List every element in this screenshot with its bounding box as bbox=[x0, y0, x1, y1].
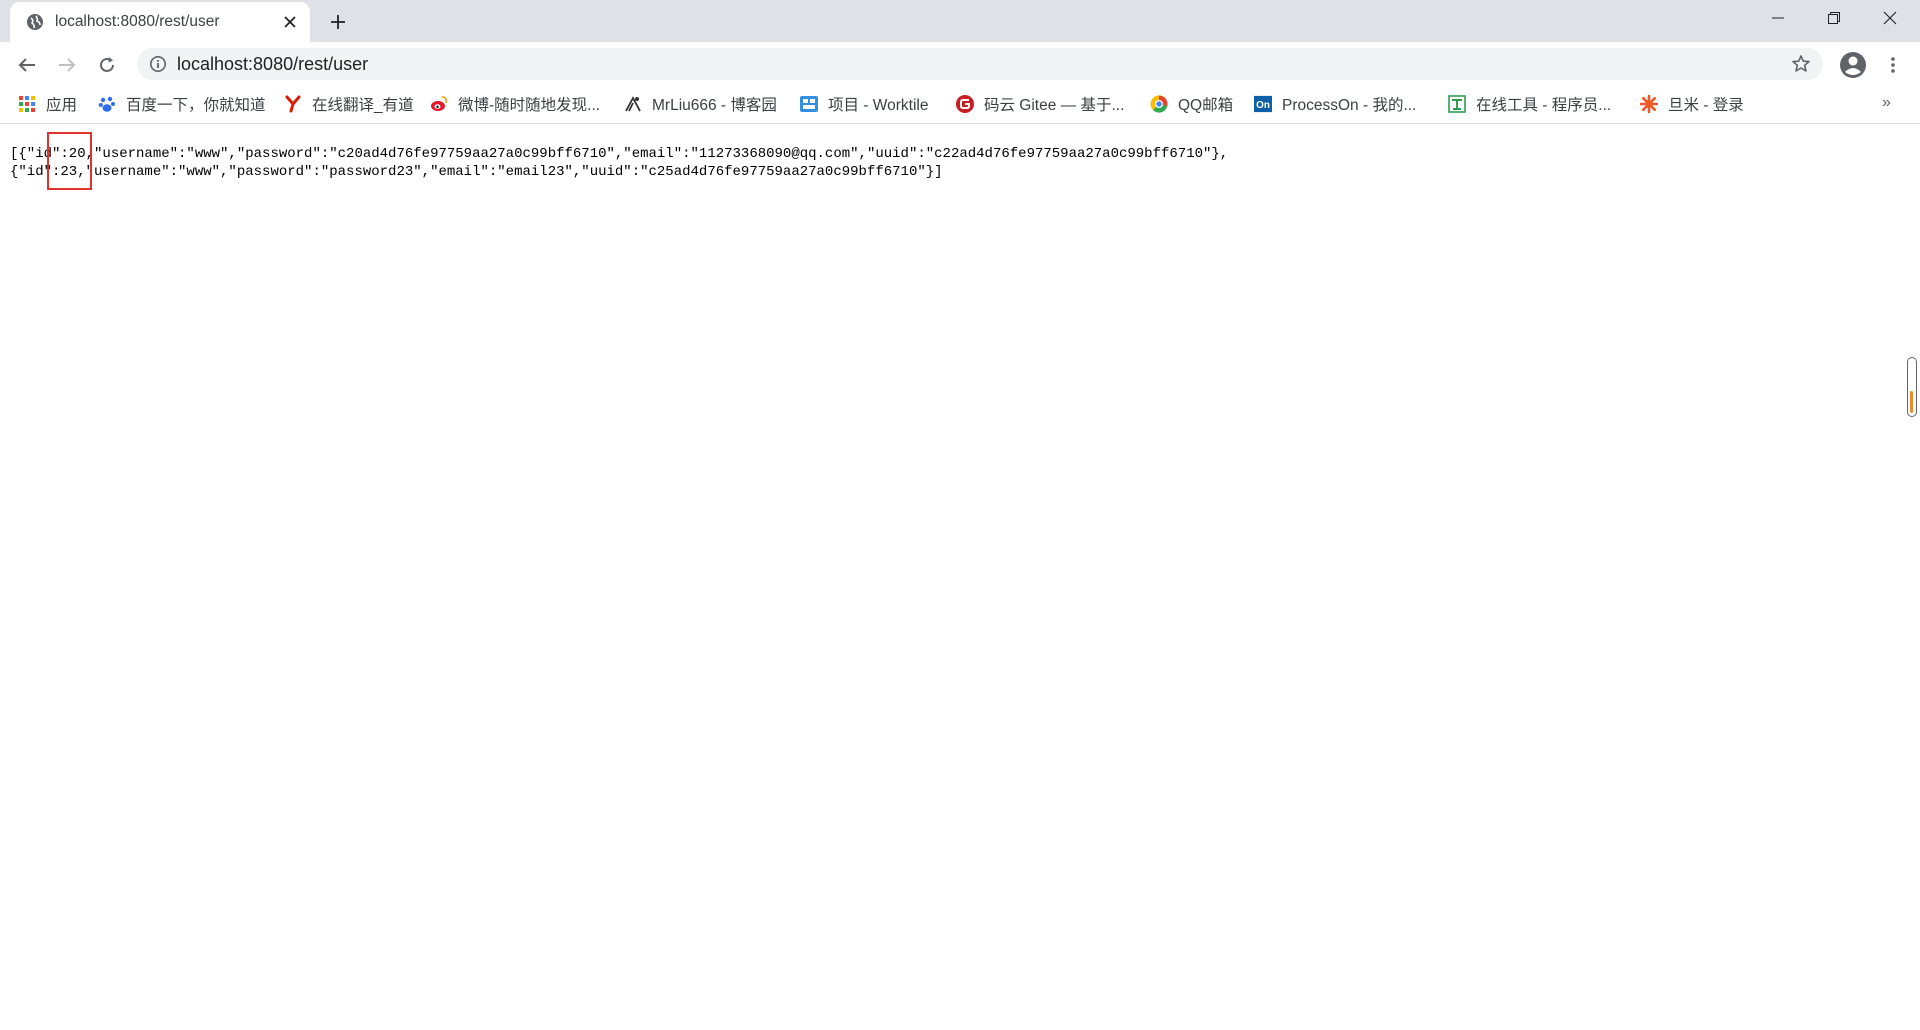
reload-icon bbox=[100, 57, 114, 72]
cnblogs-icon bbox=[624, 95, 642, 113]
minimize-button[interactable] bbox=[1750, 0, 1806, 36]
bookmark-label: ProcessOn - 我的... bbox=[1282, 97, 1417, 114]
bookmark-worktile[interactable]: 项目 - Worktile bbox=[800, 92, 928, 116]
globe-icon bbox=[27, 14, 43, 30]
processon-icon: On bbox=[1254, 95, 1272, 113]
youdao-icon bbox=[284, 95, 302, 113]
bookmark-baidu[interactable]: 百度一下，你就知道 bbox=[98, 92, 266, 116]
weibo-icon bbox=[430, 95, 448, 113]
baidu-paw-icon bbox=[98, 95, 116, 113]
more-menu-button[interactable] bbox=[1880, 52, 1906, 78]
page-content: [{"id":20,"username":"www","password":"c… bbox=[0, 124, 1920, 1030]
tool-icon bbox=[1448, 95, 1466, 113]
info-icon[interactable] bbox=[149, 55, 167, 73]
reload-button[interactable] bbox=[92, 50, 122, 80]
plus-icon bbox=[331, 15, 345, 29]
tab-strip: localhost:8080/rest/user bbox=[0, 0, 1920, 42]
bookmark-label: 应用 bbox=[46, 97, 78, 114]
restore-icon bbox=[1828, 12, 1840, 24]
bookmark-label: 微博-随时随地发现... bbox=[458, 97, 601, 114]
vertical-dots-icon bbox=[1891, 57, 1895, 73]
back-button[interactable] bbox=[12, 50, 42, 80]
bookmark-label: 在线翻译_有道 bbox=[312, 97, 414, 114]
close-icon bbox=[1883, 11, 1897, 25]
bookmark-qqmail[interactable]: QQ邮箱 bbox=[1150, 92, 1233, 116]
qqmail-icon bbox=[1150, 95, 1168, 113]
worktile-icon bbox=[800, 95, 818, 113]
bookmark-label: 百度一下，你就知道 bbox=[126, 97, 266, 114]
bookmark-gitee[interactable]: 码云 Gitee — 基于... bbox=[956, 92, 1124, 116]
arrow-right-icon bbox=[59, 58, 76, 72]
bookmark-cnblogs[interactable]: MrLiu666 - 博客园 bbox=[624, 92, 777, 116]
bookmark-label: 旦米 - 登录 bbox=[1668, 97, 1744, 114]
address-url[interactable]: localhost:8080/rest/user bbox=[177, 54, 368, 75]
bookmark-label: MrLiu666 - 博客园 bbox=[652, 97, 777, 114]
browser-tab[interactable]: localhost:8080/rest/user bbox=[10, 2, 310, 42]
restore-button[interactable] bbox=[1806, 0, 1862, 36]
close-window-button[interactable] bbox=[1862, 0, 1918, 36]
minimize-icon bbox=[1772, 17, 1784, 19]
gitee-icon bbox=[956, 95, 974, 113]
bookmark-processon[interactable]: On ProcessOn - 我的... bbox=[1254, 92, 1416, 116]
tab-title: localhost:8080/rest/user bbox=[55, 13, 220, 30]
bookmark-youdao[interactable]: 在线翻译_有道 bbox=[284, 92, 414, 116]
svg-text:On: On bbox=[1256, 100, 1270, 111]
browser-toolbar: localhost:8080/rest/user bbox=[0, 42, 1920, 86]
red-highlight-annotation bbox=[47, 132, 92, 190]
bookmark-online-tools[interactable]: 在线工具 - 程序员... bbox=[1448, 92, 1611, 116]
bookmark-label: 在线工具 - 程序员... bbox=[1476, 97, 1612, 114]
bookmark-weibo[interactable]: 微博-随时随地发现... bbox=[430, 92, 600, 116]
arrow-left-icon bbox=[18, 58, 35, 72]
danmi-icon bbox=[1640, 95, 1658, 113]
json-text-line: [{"id":20,"username":"www","password":"c… bbox=[10, 146, 1229, 162]
scrollbar-thumb[interactable] bbox=[1907, 357, 1917, 417]
bookmark-label: QQ邮箱 bbox=[1178, 97, 1234, 114]
bookmark-apps[interactable]: 应用 bbox=[18, 92, 77, 116]
bookmarks-bar: 应用 百度一下，你就知道 在线翻译_有道 微博-随时随地发现... MrLiu6… bbox=[0, 86, 1920, 124]
profile-avatar-icon[interactable] bbox=[1838, 50, 1868, 80]
address-bar[interactable]: localhost:8080/rest/user bbox=[137, 48, 1823, 80]
bookmarks-overflow-button[interactable]: » bbox=[1882, 94, 1891, 112]
tab-close-icon[interactable] bbox=[280, 12, 300, 32]
bookmark-danmi[interactable]: 旦米 - 登录 bbox=[1640, 92, 1744, 116]
forward-button[interactable] bbox=[52, 50, 82, 80]
star-icon[interactable] bbox=[1791, 54, 1811, 74]
apps-grid-icon bbox=[18, 95, 36, 113]
new-tab-button[interactable] bbox=[326, 10, 350, 34]
bookmark-label: 项目 - Worktile bbox=[828, 97, 929, 114]
json-text-line: {"id":23,"username":"www","password":"pa… bbox=[10, 164, 943, 180]
bookmark-label: 码云 Gitee — 基于... bbox=[984, 97, 1125, 114]
